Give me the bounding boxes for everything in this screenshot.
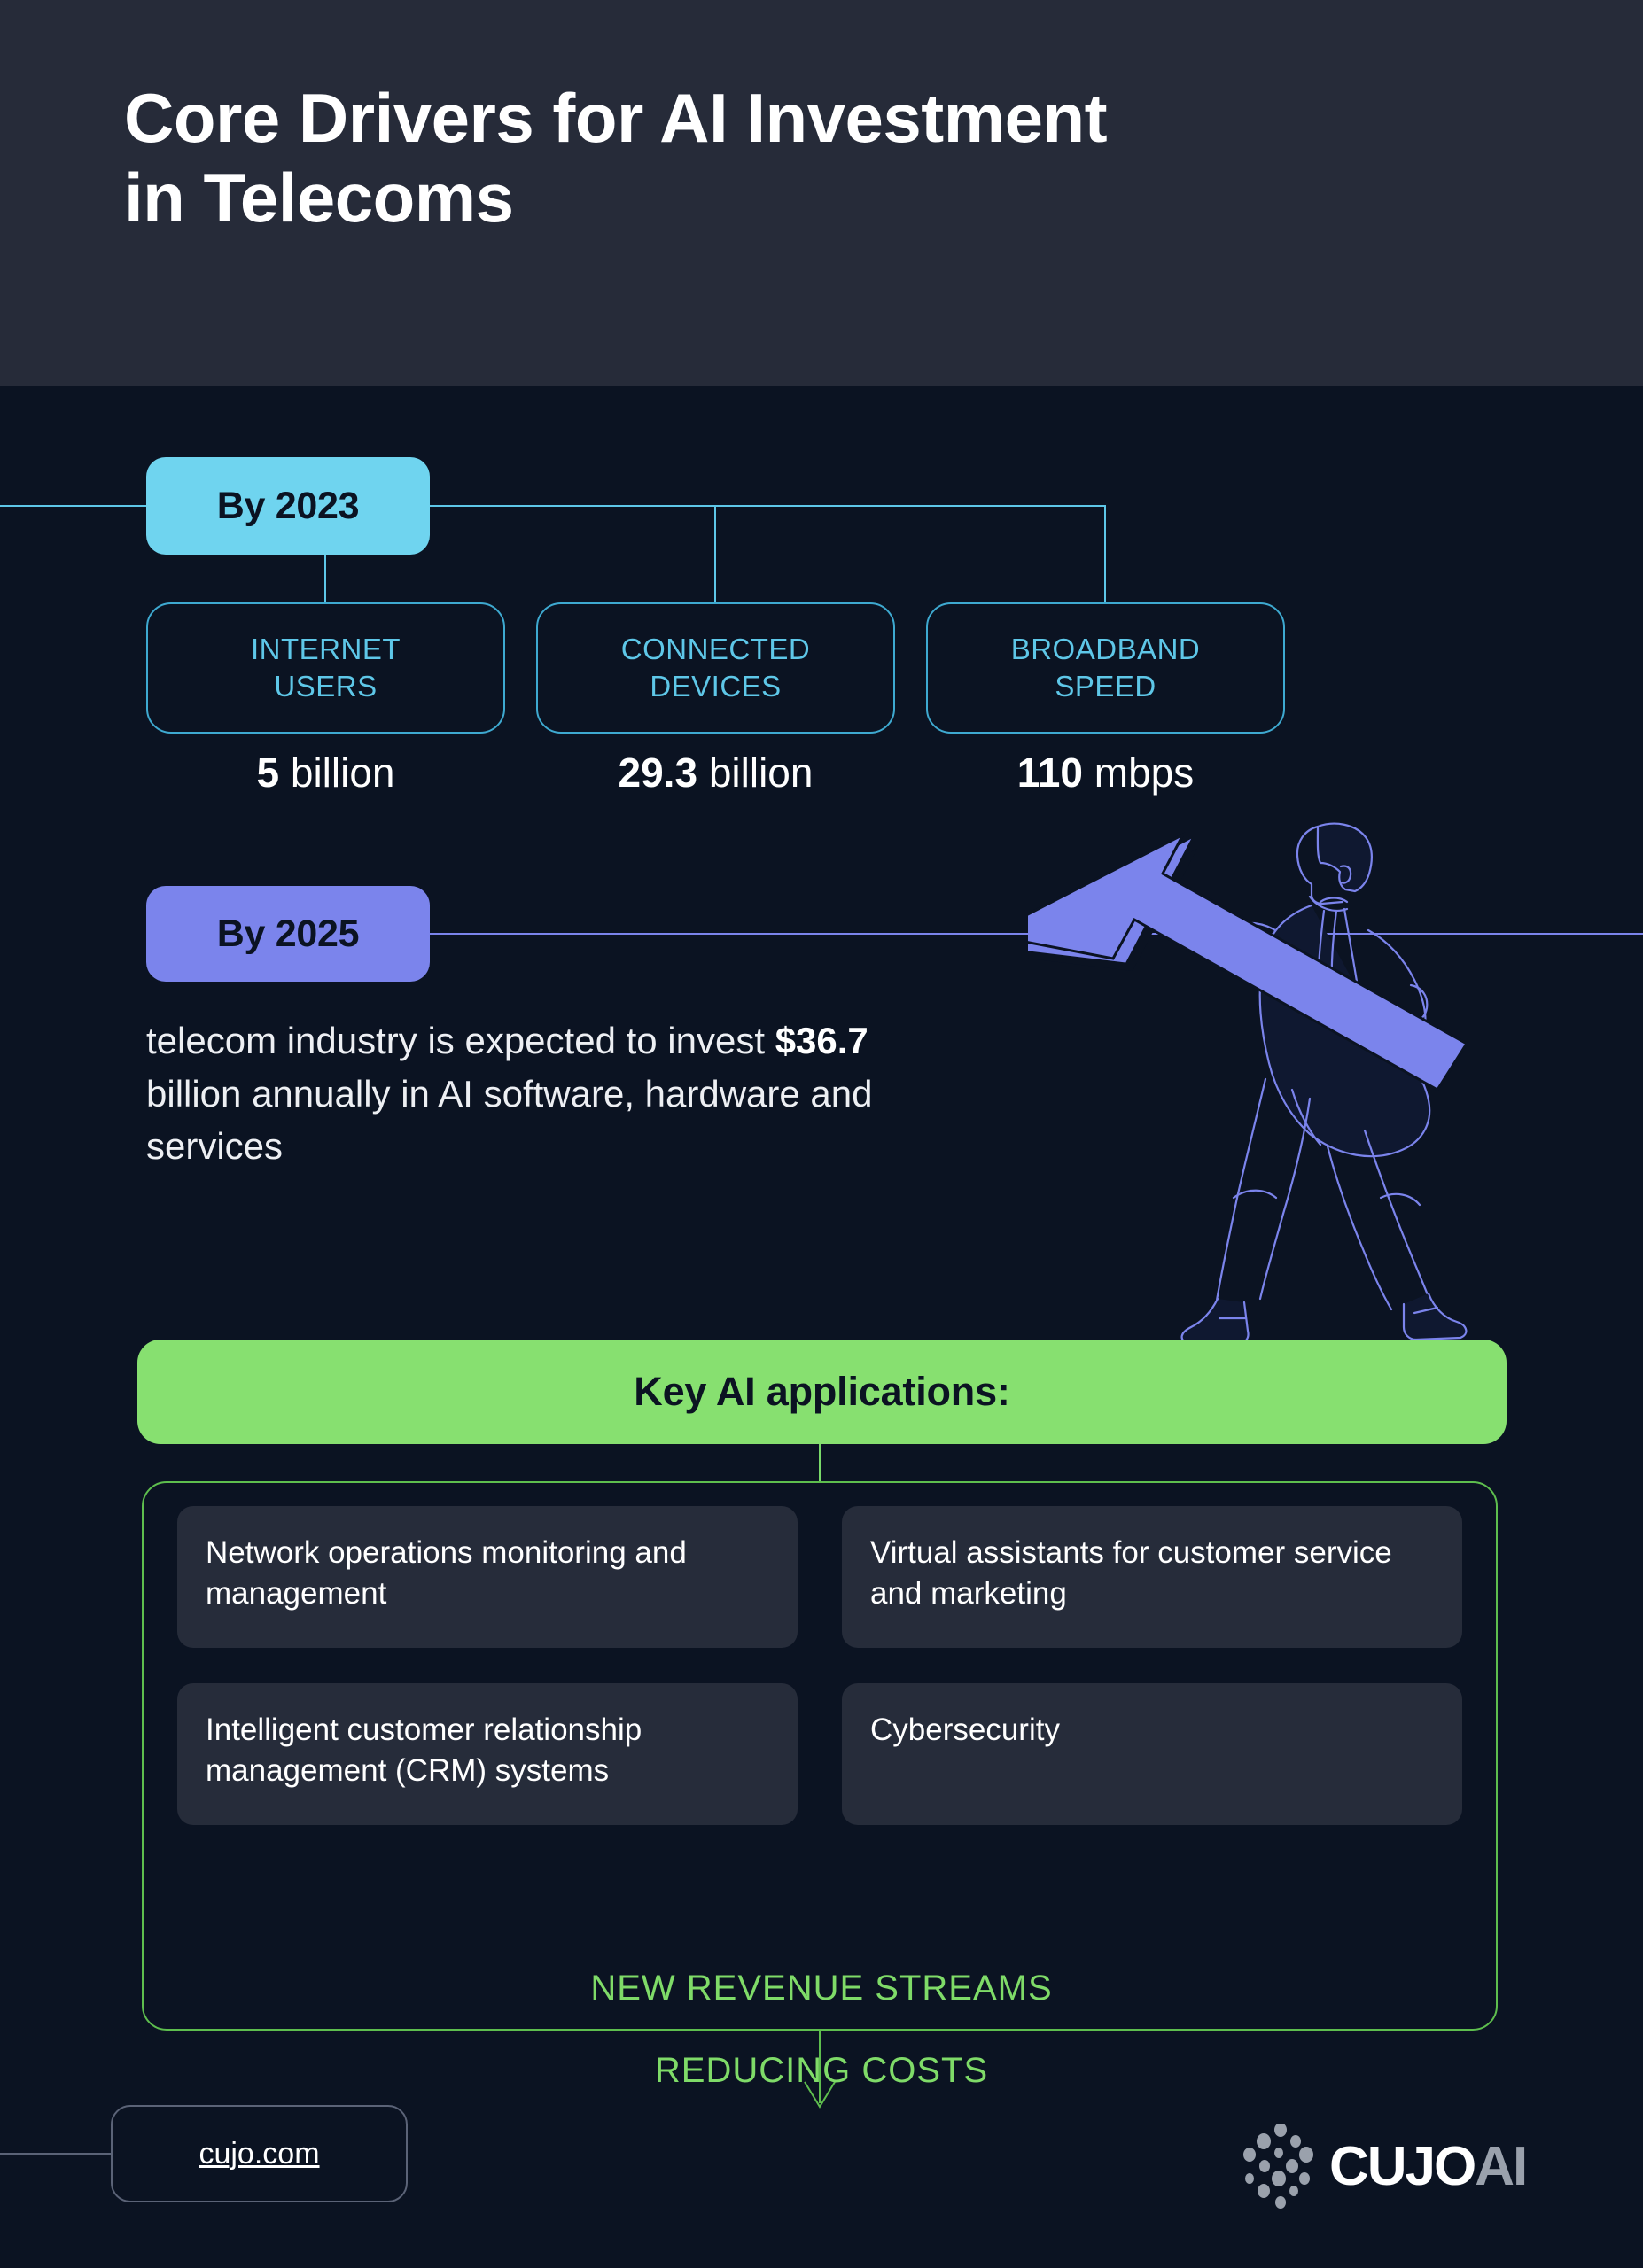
application-card-crm-label: Intelligent customer relationship manage… <box>206 1713 642 1789</box>
stat-card-connected-devices-label-2: DEVICES <box>650 670 782 703</box>
application-card-network-operations-label: Network operations monitoring and manage… <box>206 1535 687 1612</box>
application-card-network-operations: Network operations monitoring and manage… <box>177 1506 798 1648</box>
page-title-line-2: in Telecoms <box>124 159 514 237</box>
stat-card-internet-users-label-1: INTERNET <box>251 632 401 665</box>
cujo-dot-grid-icon <box>1243 2124 1313 2209</box>
illustration-man-with-arrow <box>1028 797 1524 1347</box>
stat-card-broadband-speed-label-1: BROADBAND <box>1010 632 1201 665</box>
application-card-virtual-assistants-label: Virtual assistants for customer service … <box>870 1535 1392 1612</box>
connector-applications <box>819 1444 821 1483</box>
cujo-ai-logo: CUJOAI <box>1241 2117 1569 2215</box>
key-applications-title: Key AI applications: <box>634 1369 1010 1414</box>
page-title-line-1: Core Drivers for AI Investment <box>124 79 1108 157</box>
outcome-new-revenue-streams-label: NEW REVENUE STREAMS <box>590 1969 1053 2008</box>
outcome-new-revenue-streams: NEW REVENUE STREAMS <box>0 1969 1643 2008</box>
outcome-reducing-costs-label: REDUCING COSTS <box>654 2051 989 2090</box>
logo-cujo-text: CUJO <box>1329 2135 1476 2197</box>
stat-card-internet-users-label-2: USERS <box>274 670 378 703</box>
application-card-virtual-assistants: Virtual assistants for customer service … <box>842 1506 1462 1648</box>
investment-statement: telecom industry is expected to invest $… <box>146 1014 891 1173</box>
stat-value-internet-users-number: 5 <box>256 750 280 796</box>
connector-left-2023 <box>0 505 151 507</box>
website-link-label: cujo.com <box>199 2136 320 2171</box>
website-link-button[interactable]: cujo.com <box>111 2105 408 2202</box>
header-banner: Core Drivers for AI Investment in Teleco… <box>0 0 1643 386</box>
page-title: Core Drivers for AI Investment in Teleco… <box>124 78 1560 238</box>
badge-by-2023-label: By 2023 <box>216 484 360 527</box>
connector-drop-card-3 <box>1104 505 1106 602</box>
connector-drop-card-2 <box>714 505 716 602</box>
connector-drop-card-1 <box>324 555 326 602</box>
stat-value-connected-devices: 29.3 billion <box>536 749 895 796</box>
stat-card-connected-devices-label-1: CONNECTED <box>620 632 811 665</box>
infographic-poster: Core Drivers for AI Investment in Teleco… <box>0 0 1643 2268</box>
stat-value-broadband-speed: 110 mbps <box>926 749 1285 796</box>
stat-card-broadband-speed-label-2: SPEED <box>1055 670 1156 703</box>
stat-value-connected-devices-number: 29.3 <box>618 750 698 796</box>
connector-horizontal-2023 <box>428 505 1106 507</box>
stat-card-connected-devices: CONNECTED DEVICES <box>536 602 895 734</box>
stat-card-internet-users: INTERNET USERS <box>146 602 505 734</box>
badge-by-2023: By 2023 <box>146 457 430 555</box>
stat-value-broadband-speed-number: 110 <box>1016 750 1083 796</box>
investment-statement-part-2: billion annually in AI software, hardwar… <box>146 1072 873 1168</box>
stat-value-internet-users-unit: billion <box>290 750 395 796</box>
application-card-crm: Intelligent customer relationship manage… <box>177 1683 798 1825</box>
logo-ai-text: AI <box>1475 2135 1528 2197</box>
stat-card-broadband-speed: BROADBAND SPEED <box>926 602 1285 734</box>
key-applications-title-bar: Key AI applications: <box>137 1340 1507 1444</box>
stat-value-internet-users: 5 billion <box>146 749 505 796</box>
outcome-reducing-costs: REDUCING COSTS <box>0 2051 1643 2091</box>
investment-statement-part-1: telecom industry is expected to invest <box>146 1020 775 1061</box>
illustration-svg <box>1028 822 1469 1345</box>
stat-value-connected-devices-unit: billion <box>708 750 814 796</box>
cujo-ai-wordmark: CUJOAI <box>1329 2135 1528 2198</box>
badge-by-2025: By 2025 <box>146 886 430 982</box>
application-card-cybersecurity: Cybersecurity <box>842 1683 1462 1825</box>
application-card-cybersecurity-label: Cybersecurity <box>870 1713 1060 1747</box>
connector-footer <box>0 2153 113 2155</box>
stat-value-broadband-speed-unit: mbps <box>1094 750 1195 796</box>
investment-statement-amount: $36.7 <box>775 1020 868 1061</box>
badge-by-2025-label: By 2025 <box>216 912 360 955</box>
